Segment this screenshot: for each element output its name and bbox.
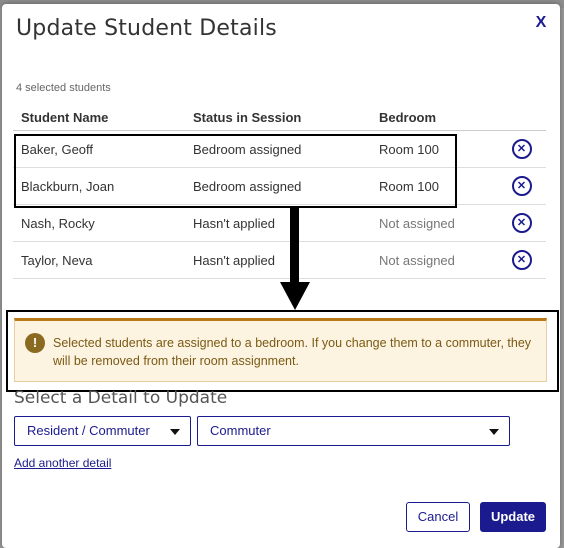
row-actions: ✕ xyxy=(497,204,546,242)
table-row: Taylor, Neva Hasn't applied Not assigned… xyxy=(13,241,546,279)
close-icon[interactable]: X xyxy=(532,14,550,32)
annotation-arrow-head xyxy=(280,282,310,310)
annotation-highlight-box xyxy=(14,134,457,208)
header-bedroom: Bedroom xyxy=(371,104,497,131)
detail-field-select[interactable]: Resident / Commuter xyxy=(14,416,191,446)
student-status: Hasn't applied xyxy=(185,241,371,279)
update-section-label: Select a Detail to Update xyxy=(14,388,228,408)
selected-count: 4 selected students xyxy=(16,82,111,94)
header-actions xyxy=(497,104,546,131)
student-name: Nash, Rocky xyxy=(13,204,185,242)
add-another-detail-link[interactable]: Add another detail xyxy=(14,456,111,470)
annotation-warning-outline xyxy=(6,310,559,392)
update-button[interactable]: Update xyxy=(480,502,546,532)
dialog-title: Update Student Details xyxy=(16,16,277,41)
student-bedroom: Not assigned xyxy=(371,241,497,279)
row-actions: ✕ xyxy=(497,167,546,205)
row-actions: ✕ xyxy=(497,241,546,279)
remove-student-icon[interactable]: ✕ xyxy=(511,139,532,159)
detail-value-select[interactable]: Commuter xyxy=(197,416,510,446)
chevron-down-icon xyxy=(170,429,180,435)
cancel-button[interactable]: Cancel xyxy=(406,502,470,532)
table-row: Nash, Rocky Hasn't applied Not assigned … xyxy=(13,204,546,242)
header-student-name: Student Name xyxy=(13,104,185,131)
header-status: Status in Session xyxy=(185,104,371,131)
student-name: Taylor, Neva xyxy=(13,241,185,279)
table-header-row: Student Name Status in Session Bedroom xyxy=(13,104,546,131)
student-status: Hasn't applied xyxy=(185,204,371,242)
detail-field-value: Resident / Commuter xyxy=(27,423,150,438)
annotation-arrow-shaft xyxy=(290,208,299,284)
row-actions: ✕ xyxy=(497,130,546,168)
detail-value-value: Commuter xyxy=(210,423,271,438)
chevron-down-icon xyxy=(489,429,499,435)
remove-student-icon[interactable]: ✕ xyxy=(511,176,532,196)
student-bedroom: Not assigned xyxy=(371,204,497,242)
remove-student-icon[interactable]: ✕ xyxy=(511,213,532,233)
remove-student-icon[interactable]: ✕ xyxy=(511,250,532,270)
